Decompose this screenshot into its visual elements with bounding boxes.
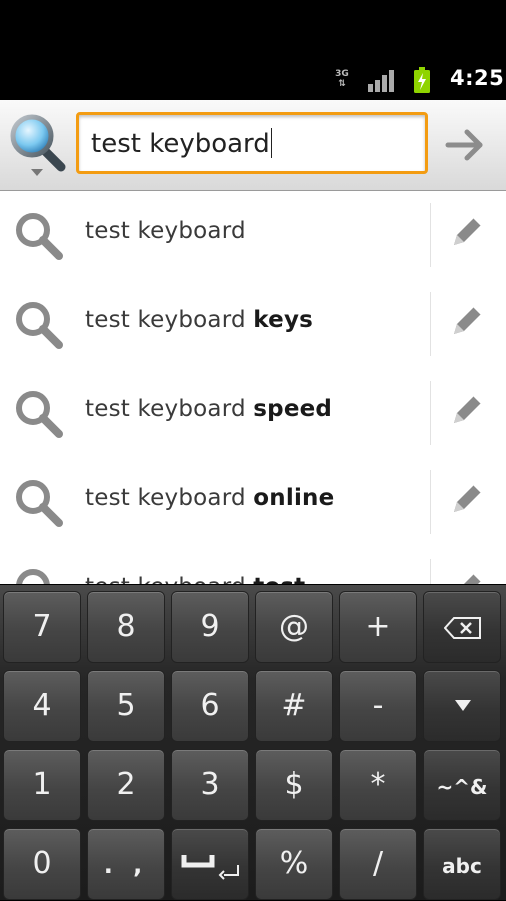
- key-8[interactable]: 8: [87, 591, 165, 663]
- search-icon: [16, 569, 50, 584]
- key-4[interactable]: 4: [3, 670, 81, 742]
- search-go-button[interactable]: [434, 116, 496, 174]
- search-input[interactable]: test keyboard: [76, 112, 428, 174]
- key-minus[interactable]: -: [339, 670, 417, 742]
- arrow-right-icon: [445, 129, 483, 161]
- more-symbols-label: ~^&: [436, 775, 488, 799]
- divider: [430, 381, 431, 445]
- key-slash[interactable]: /: [339, 828, 417, 900]
- key-3[interactable]: 3: [171, 749, 249, 821]
- network-type-label: 3G: [335, 69, 349, 79]
- search-bar: test keyboard: [0, 100, 506, 191]
- alphabet-mode-label: abc: [442, 854, 482, 878]
- suggestion-text: test keyboard: [85, 218, 246, 244]
- space-enter-icon: [181, 855, 239, 880]
- suggestion-base: test keyboard: [85, 307, 254, 333]
- suggestion-row[interactable]: test keyboard online: [0, 458, 506, 548]
- divider: [430, 559, 431, 584]
- hide-keyboard-key[interactable]: [423, 670, 501, 742]
- pencil-icon[interactable]: [449, 568, 485, 584]
- battery-charging-icon: [414, 67, 430, 93]
- suggestion-text: test keyboard online: [85, 485, 334, 511]
- alphabet-mode-key[interactable]: abc: [423, 828, 501, 900]
- suggestion-completion: online: [253, 485, 335, 511]
- suggestion-row[interactable]: test keyboard: [0, 191, 506, 281]
- signal-strength-icon: [368, 70, 394, 92]
- suggestion-row[interactable]: test keyboard test: [0, 547, 506, 584]
- suggestion-text: test keyboard speed: [85, 396, 332, 422]
- backspace-icon: [444, 617, 481, 639]
- suggestion-row[interactable]: test keyboard keys: [0, 280, 506, 370]
- search-icon: [16, 302, 63, 349]
- divider: [430, 292, 431, 356]
- search-icon: [16, 391, 63, 438]
- suggestion-base: test keyboard: [85, 396, 254, 422]
- pencil-icon[interactable]: [449, 301, 485, 341]
- search-icon: [16, 480, 63, 527]
- search-engine-selector[interactable]: [8, 112, 68, 180]
- pencil-icon[interactable]: [449, 390, 485, 430]
- key-period-comma[interactable]: . ,: [87, 828, 165, 900]
- key-2[interactable]: 2: [87, 749, 165, 821]
- key-at[interactable]: @: [255, 591, 333, 663]
- key-5[interactable]: 5: [87, 670, 165, 742]
- text-cursor: [270, 128, 273, 158]
- suggestion-base: test keyboard: [85, 485, 254, 511]
- suggestion-base: test keyboard: [85, 218, 246, 244]
- suggestion-completion: speed: [253, 396, 333, 422]
- more-symbols-key[interactable]: ~^&: [423, 749, 501, 821]
- divider: [430, 203, 431, 267]
- pencil-icon[interactable]: [449, 479, 485, 519]
- data-activity-icon: ⇅: [338, 79, 346, 89]
- suggestion-text: test keyboard test: [85, 574, 305, 584]
- clock: 4:25: [450, 66, 505, 90]
- symbol-keyboard: 7 8 9 @ + 4 5 6 # - 1 2 3 $ * ~^& 0 . , …: [0, 585, 506, 900]
- key-9[interactable]: 9: [171, 591, 249, 663]
- suggestion-row[interactable]: test keyboard speed: [0, 369, 506, 459]
- backspace-key[interactable]: [423, 591, 501, 663]
- network-type-indicator: 3G ⇅: [333, 69, 351, 91]
- search-query-text: test keyboard: [91, 128, 273, 159]
- divider: [430, 470, 431, 534]
- suggestion-text: test keyboard keys: [85, 307, 313, 333]
- key-percent[interactable]: %: [255, 828, 333, 900]
- key-asterisk[interactable]: *: [339, 749, 417, 821]
- suggestion-completion: test: [253, 574, 305, 584]
- pencil-icon[interactable]: [449, 212, 485, 252]
- search-query-value: test keyboard: [91, 129, 270, 159]
- suggestion-list: test keyboard test keyboard keys test ke…: [0, 191, 506, 584]
- chevron-down-icon: [455, 700, 471, 711]
- suggestion-base: test keyboard: [85, 574, 253, 584]
- key-0[interactable]: 0: [3, 828, 81, 900]
- key-plus[interactable]: +: [339, 591, 417, 663]
- space-key[interactable]: [171, 828, 249, 900]
- key-6[interactable]: 6: [171, 670, 249, 742]
- dropdown-arrow-icon: [31, 169, 43, 176]
- key-dollar[interactable]: $: [255, 749, 333, 821]
- status-bar: 3G ⇅ 4:25: [0, 0, 506, 100]
- suggestion-completion: keys: [253, 307, 314, 333]
- period-comma-label: . ,: [103, 851, 149, 879]
- key-hash[interactable]: #: [255, 670, 333, 742]
- key-1[interactable]: 1: [3, 749, 81, 821]
- search-icon: [16, 213, 63, 260]
- key-7[interactable]: 7: [3, 591, 81, 663]
